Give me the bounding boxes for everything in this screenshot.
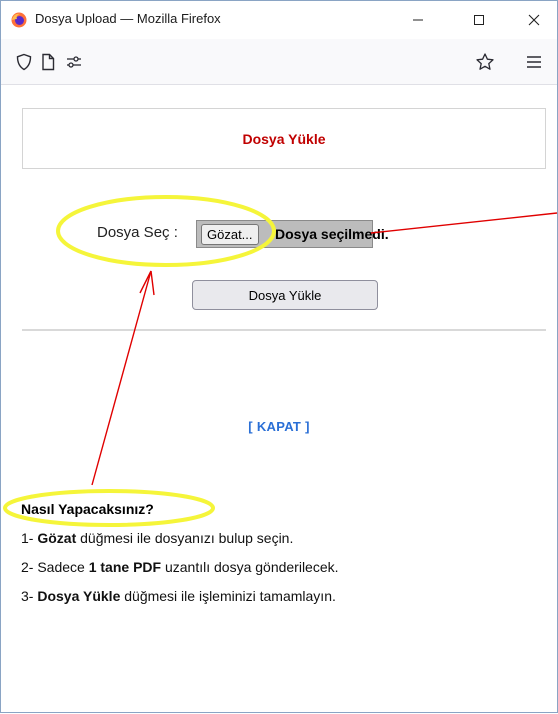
close-icon [528,14,540,26]
step-keyword: Dosya Yükle [37,588,121,604]
step-keyword: 1 tane PDF [88,559,162,575]
instructions-section: Nasıl Yapacaksınız? 1- Gözat düğmesi ile… [21,501,541,617]
window-title: Dosya Upload — Mozilla Firefox [35,11,221,26]
browse-button[interactable]: Gözat... [201,224,259,245]
close-window-button[interactable] [511,1,557,39]
no-file-selected-text: Dosya seçilmedi. [275,226,389,242]
file-select-label: Dosya Seç : [97,224,178,241]
step-text: düğmesi ile işleminizi tamamlayın. [120,588,336,604]
file-input[interactable]: Gözat... Dosya seçilmedi. [196,220,389,248]
step-text: uzantılı dosya gönderilecek. [161,559,339,575]
step-prefix: 3- [21,588,38,604]
step-text: düğmesi ile dosyanızı bulup seçin. [76,530,294,546]
divider [22,329,546,331]
page-title: Dosya Yükle [242,130,326,147]
minimize-icon [413,19,423,21]
menu-icon[interactable] [523,51,545,73]
bookmark-star-icon[interactable] [474,51,496,73]
permissions-icon[interactable] [63,51,85,73]
browser-window: Dosya Upload — Mozilla Firefox Dosya Yük… [0,0,558,713]
firefox-icon [11,12,27,28]
minimize-button[interactable] [395,1,441,39]
instruction-step: 1- Gözat düğmesi ile dosyanızı bulup seç… [21,530,541,546]
step-prefix: 2- Sadece [21,559,89,575]
maximize-icon [474,15,484,25]
step-keyword: Gözat [37,530,77,546]
instructions-title: Nasıl Yapacaksınız? [21,501,154,517]
navigation-bar [1,39,557,85]
instruction-step: 3- Dosya Yükle düğmesi ile işleminizi ta… [21,588,541,604]
shield-icon[interactable] [13,51,35,73]
instruction-step: 2- Sadece 1 tane PDF uzantılı dosya gönd… [21,559,541,575]
upload-button[interactable]: Dosya Yükle [192,280,378,310]
close-link[interactable]: [ KAPAT ] [1,419,557,434]
page-content: Dosya Yükle Dosya Seç : Gözat... Dosya s… [1,86,557,712]
maximize-button[interactable] [456,1,502,39]
page-icon[interactable] [37,51,59,73]
upload-header-box: Dosya Yükle [22,108,546,169]
title-bar: Dosya Upload — Mozilla Firefox [1,1,557,39]
step-prefix: 1- [21,530,38,546]
